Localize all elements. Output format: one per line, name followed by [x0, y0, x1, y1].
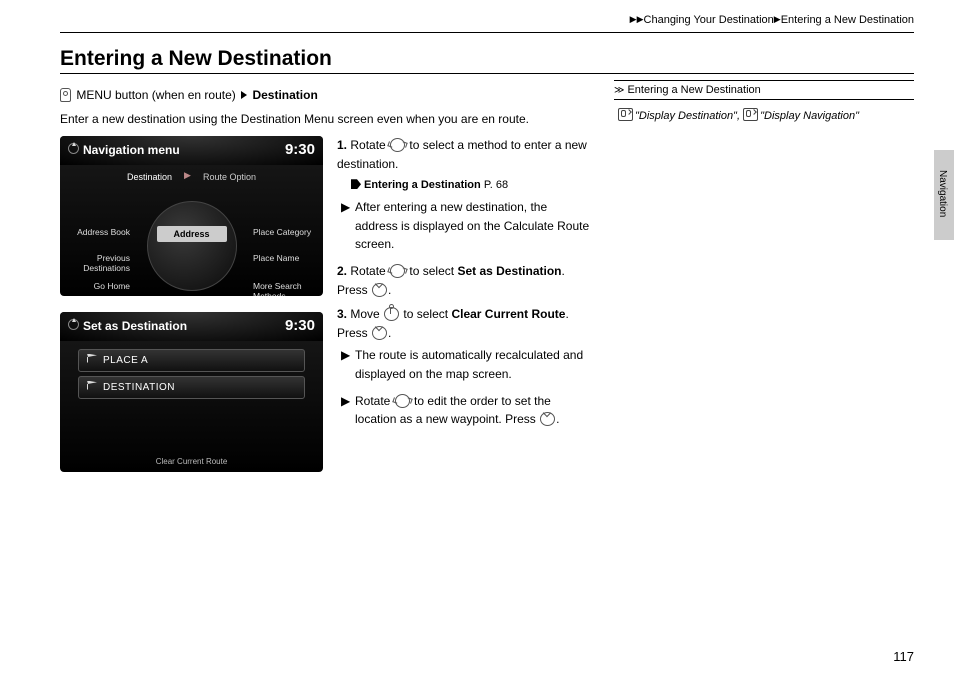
step-3: 3. Move to select Clear Current Route. P… — [337, 305, 590, 429]
voice-icon — [743, 108, 758, 121]
breadcrumb-l1: Changing Your Destination — [644, 14, 774, 26]
menu-button-icon — [60, 88, 71, 102]
steps-list: 1. Rotate to select a method to enter a … — [337, 136, 590, 488]
press-dial-icon — [540, 412, 555, 426]
double-chevron-icon: ≫ — [614, 85, 621, 96]
page-number: 117 — [893, 649, 914, 664]
step-3-sub1: ▶The route is automatically recalculated… — [355, 346, 590, 383]
scr1-opt-place-category: Place Category — [253, 228, 315, 238]
scr1-opt-place-name: Place Name — [253, 254, 315, 264]
section-label: Navigation — [937, 170, 948, 217]
nav-path: MENU button (when en route) Destination — [60, 86, 590, 104]
chevron-icon: ▶ — [774, 14, 781, 25]
scr1-tab-route-option: Route Option — [195, 169, 264, 187]
step-2: 2. Rotate to select Set as Destination. … — [337, 262, 590, 299]
scr2-row-place-a: PLACE A — [78, 349, 305, 372]
flag-icon — [87, 354, 97, 363]
scr2-row-destination: DESTINATION — [78, 376, 305, 399]
compass-icon — [68, 319, 79, 330]
tab-arrow-icon: ▶ — [184, 169, 191, 187]
flag-icon — [87, 381, 97, 390]
scr1-title: Navigation menu — [83, 143, 180, 157]
xref-icon — [351, 179, 361, 189]
voice-commands: "Display Destination", "Display Navigati… — [614, 100, 914, 133]
nav-prefix: MENU button (when en route) — [76, 88, 235, 102]
breadcrumb: ▶▶Changing Your Destination▶Entering a N… — [60, 10, 914, 33]
scr1-center-address: Address — [157, 226, 227, 242]
move-joystick-icon — [384, 307, 399, 321]
scr2-footer: Clear Current Route — [60, 456, 323, 468]
rotate-dial-icon — [390, 138, 405, 152]
rotate-dial-icon — [395, 394, 410, 408]
step-1: 1. Rotate to select a method to enter a … — [337, 136, 590, 254]
press-dial-icon — [372, 283, 387, 297]
sidebar-heading: ≫Entering a New Destination — [614, 80, 914, 100]
step-3-sub2: ▶Rotate to edit the order to set the loc… — [355, 392, 590, 429]
scr2-time: 9:30 — [285, 315, 315, 338]
press-dial-icon — [372, 326, 387, 340]
xref-entering-destination: Entering a Destination P. 68 — [351, 177, 590, 194]
intro-text: Enter a new destination using the Destin… — [60, 110, 590, 128]
chevron-icon: ▶▶ — [630, 14, 644, 25]
step-1-sub: ▶After entering a new destination, the a… — [355, 198, 590, 254]
compass-icon — [68, 143, 79, 154]
triangle-icon — [241, 91, 247, 99]
dial-graphic: Address — [147, 201, 237, 291]
scr2-title: Set as Destination — [83, 319, 187, 333]
scr1-opt-go-home: Go Home — [68, 282, 130, 292]
screenshot-set-destination: Set as Destination 9:30 PLACE A DESTINAT… — [60, 312, 323, 472]
nav-dest: Destination — [252, 88, 317, 102]
scr1-time: 9:30 — [285, 139, 315, 162]
scr1-opt-more-search: More Search Methods — [253, 282, 315, 296]
page-title: Entering a New Destination — [60, 47, 914, 74]
scr1-tab-destination: Destination — [119, 169, 180, 187]
scr1-opt-previous-dest: Previous Destinations — [68, 254, 130, 274]
screenshot-nav-menu: Navigation menu 9:30 Destination ▶ Route… — [60, 136, 323, 296]
scr1-opt-address-book: Address Book — [68, 228, 130, 238]
breadcrumb-l2: Entering a New Destination — [781, 14, 914, 26]
voice-icon — [618, 108, 633, 121]
rotate-dial-icon — [390, 264, 405, 278]
